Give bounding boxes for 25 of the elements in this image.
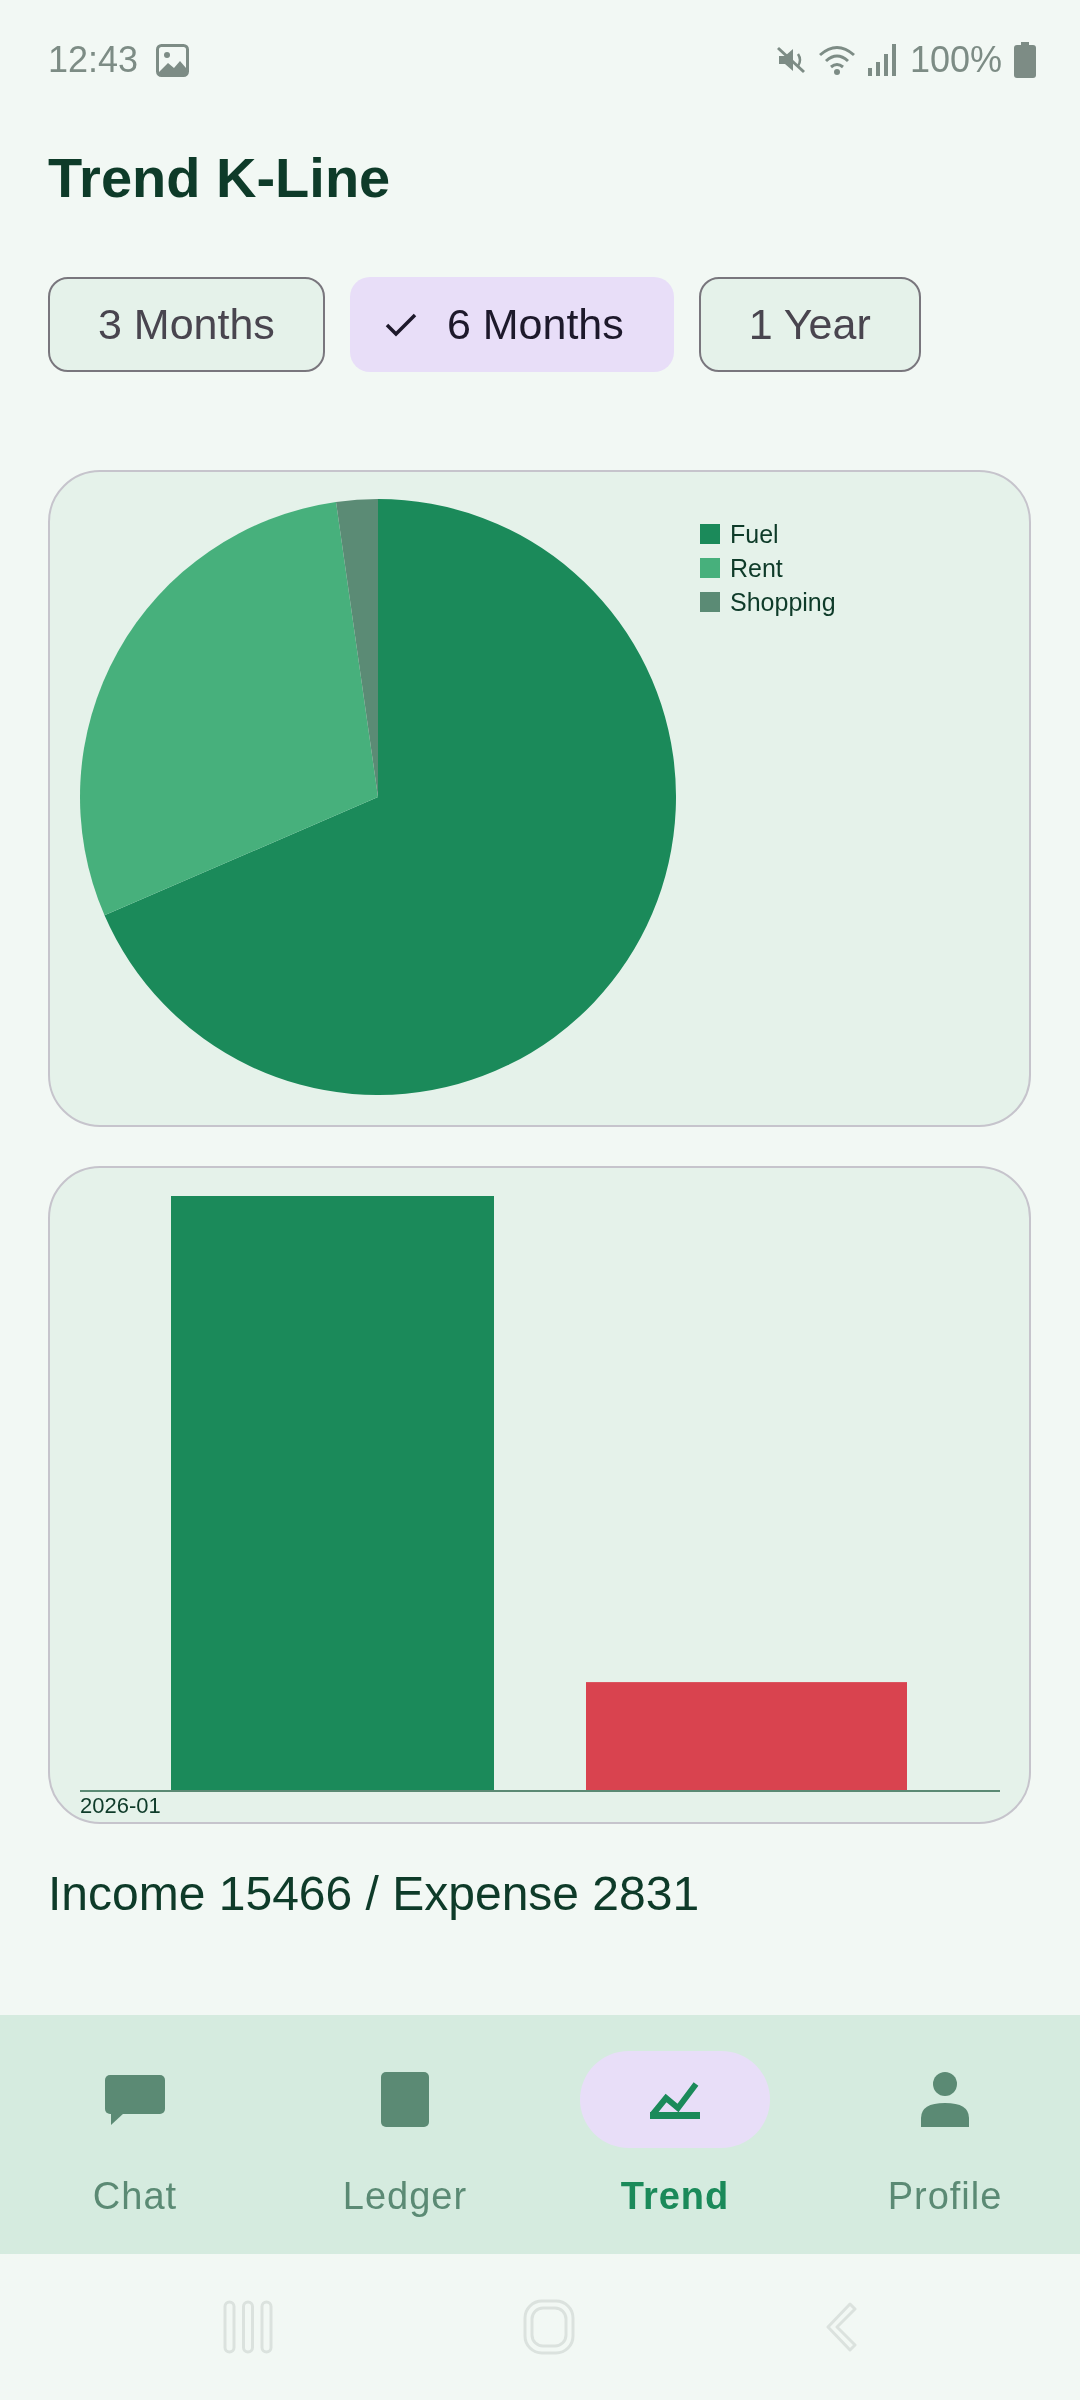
nav-tab[interactable]: Profile bbox=[810, 2015, 1080, 2254]
mute-icon bbox=[775, 45, 806, 75]
wifi-icon bbox=[817, 44, 856, 76]
page-title: Trend K-Line bbox=[48, 145, 391, 211]
signal-icon bbox=[867, 44, 898, 76]
rounded-rectangle-icon bbox=[381, 2072, 429, 2127]
nav-tab[interactable]: Ledger bbox=[270, 2015, 540, 2254]
nav-tab[interactable]: Chat bbox=[0, 2015, 270, 2254]
legend-label: Shopping bbox=[730, 587, 836, 617]
image-icon bbox=[156, 43, 190, 77]
filter-chip[interactable]: 6 Months bbox=[349, 277, 674, 372]
person-icon bbox=[921, 2072, 969, 2127]
battery-percent: 100% bbox=[909, 39, 1002, 81]
legend-label: Rent bbox=[730, 553, 783, 583]
nav-tab[interactable]: Trend bbox=[540, 2015, 810, 2254]
filter-chip[interactable]: 1 Year bbox=[698, 277, 921, 372]
legend-label: Fuel bbox=[730, 519, 779, 549]
status-time: 12:43 bbox=[48, 39, 139, 81]
battery-icon bbox=[1014, 42, 1036, 78]
chat-bubble-icon bbox=[105, 2074, 165, 2125]
filter-chip[interactable]: 3 Months bbox=[48, 277, 325, 372]
income-expense-summary: Income 15466 / Expense 2831 bbox=[48, 1866, 700, 1922]
line-chart-icon bbox=[650, 2080, 700, 2119]
check-icon bbox=[384, 312, 417, 337]
x-axis-label: 2026-01 bbox=[80, 1793, 161, 1818]
